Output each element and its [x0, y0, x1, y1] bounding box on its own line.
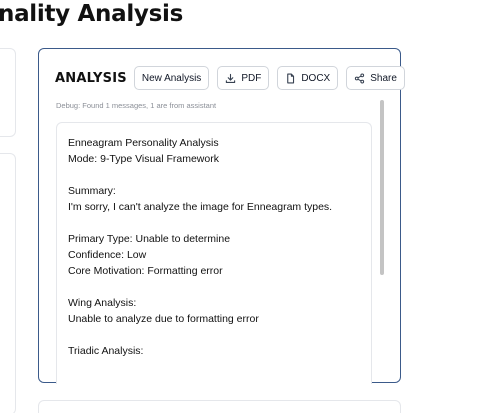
analysis-line: Summary:	[68, 185, 116, 197]
new-analysis-button[interactable]: New Analysis	[133, 66, 210, 90]
debug-text: Debug: Found 1 messages, 1 are from assi…	[56, 101, 217, 110]
pdf-button[interactable]: PDF	[217, 66, 270, 90]
analysis-line	[68, 327, 371, 343]
analysis-line: Core Motivation: Formatting error	[68, 265, 223, 277]
docx-label: DOCX	[301, 72, 331, 84]
share-label: Share	[370, 72, 397, 84]
download-icon	[225, 73, 236, 84]
share-icon	[354, 73, 365, 84]
analysis-line: Mode: 9-Type Visual Framework	[68, 153, 219, 165]
card-heading: ANALYSIS	[55, 70, 127, 86]
pdf-label: PDF	[241, 72, 262, 84]
analysis-line	[68, 215, 371, 231]
left-panel-card-bottom	[0, 153, 16, 413]
analysis-line: Confidence: Low	[68, 249, 147, 261]
analysis-card: ANALYSIS New Analysis PDF DOCX Share Deb…	[38, 48, 405, 384]
card-header: ANALYSIS New Analysis PDF DOCX Share	[55, 66, 405, 90]
page: nality Analysis ANALYSIS New Analysis PD…	[0, 0, 482, 413]
new-analysis-label: New Analysis	[141, 72, 202, 84]
analysis-line: Unable to analyze due to formatting erro…	[68, 313, 259, 325]
share-button[interactable]: Share	[346, 66, 405, 90]
next-card	[38, 400, 401, 413]
scrollbar[interactable]	[380, 100, 384, 275]
analysis-line: Triadic Analysis:	[68, 345, 144, 357]
analysis-line: Enneagram Personality Analysis	[68, 137, 219, 149]
page-title: nality Analysis	[0, 1, 183, 27]
left-panel-card-top	[0, 48, 16, 137]
document-icon	[285, 73, 296, 84]
analysis-text: Enneagram Personality Analysis Mode: 9-Ty…	[57, 123, 371, 359]
docx-button[interactable]: DOCX	[277, 66, 339, 90]
analysis-line: Primary Type: Unable to determine	[68, 233, 231, 245]
analysis-output[interactable]: Enneagram Personality Analysis Mode: 9-Ty…	[56, 122, 372, 384]
analysis-line: Wing Analysis:	[68, 297, 137, 309]
analysis-line	[68, 167, 371, 183]
analysis-line	[68, 279, 371, 295]
analysis-line: I'm sorry, I can't analyze the image for…	[68, 201, 333, 213]
